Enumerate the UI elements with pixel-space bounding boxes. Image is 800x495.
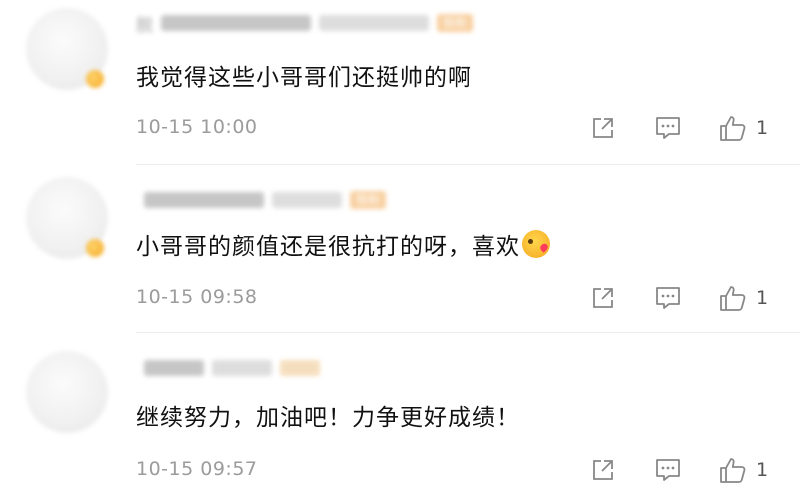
username-obscured — [144, 192, 264, 208]
like-button[interactable]: 1 — [718, 114, 768, 142]
share-button[interactable] — [590, 115, 616, 141]
comment-time: 10-15 09:57 — [136, 458, 258, 480]
fan-badge: 铁粉 — [350, 191, 387, 209]
username-obscured — [144, 360, 204, 376]
reply-button[interactable] — [654, 457, 682, 483]
comment-text: 我觉得这些小哥哥们还挺帅的啊 — [136, 65, 472, 91]
verified-badge-icon — [86, 239, 104, 257]
like-count: 1 — [756, 459, 769, 481]
like-count: 1 — [756, 287, 769, 309]
username-obscured — [280, 360, 320, 376]
share-button[interactable] — [590, 457, 616, 483]
comment-time: 10-15 10:00 — [136, 116, 258, 138]
comment-actions: 1 — [590, 284, 768, 312]
comment-item: 铁粉 小哥哥的颜值还是很抗打的呀，喜欢 10-15 09:58 1 — [0, 165, 800, 333]
thumb-up-icon — [720, 116, 746, 141]
username-obscured — [161, 15, 311, 31]
comment-time: 10-15 09:58 — [136, 286, 258, 308]
comment-text: 继续努力，加油吧！力争更好成绩！ — [136, 405, 520, 431]
share-icon — [593, 118, 613, 138]
username-obscured — [272, 192, 342, 208]
verified-badge-icon — [86, 70, 104, 88]
like-count: 1 — [756, 117, 769, 139]
avatar[interactable] — [26, 8, 108, 90]
username-obscured — [212, 360, 272, 376]
avatar[interactable] — [26, 351, 108, 433]
like-button[interactable]: 1 — [718, 456, 768, 484]
thumb-up-icon — [720, 458, 746, 483]
share-icon — [593, 460, 613, 480]
comment-item: 脱 铁粉 我觉得这些小哥哥们还挺帅的啊 10-15 10:00 1 — [0, 0, 800, 165]
kiss-emoji-icon — [522, 230, 550, 258]
comment-icon — [656, 117, 680, 139]
like-button[interactable]: 1 — [718, 284, 768, 312]
fan-badge: 铁粉 — [437, 14, 474, 32]
username-row[interactable]: 铁粉 — [136, 187, 387, 213]
comment-icon — [656, 287, 680, 309]
comment-actions: 1 — [590, 114, 768, 142]
username-row[interactable] — [136, 355, 320, 381]
username-obscured — [319, 15, 429, 31]
comment-text: 小哥哥的颜值还是很抗打的呀，喜欢 — [136, 227, 550, 261]
reply-button[interactable] — [654, 115, 682, 141]
username[interactable]: 脱 — [136, 11, 153, 36]
comment-actions: 1 — [590, 456, 768, 484]
username-row[interactable]: 脱 铁粉 — [136, 10, 474, 36]
share-icon — [593, 288, 613, 308]
thumb-up-icon — [720, 286, 746, 311]
share-button[interactable] — [590, 285, 616, 311]
comment-icon — [656, 459, 680, 481]
avatar[interactable] — [26, 177, 108, 259]
comment-item: 继续努力，加油吧！力争更好成绩！ 10-15 09:57 1 — [0, 333, 800, 495]
reply-button[interactable] — [654, 285, 682, 311]
